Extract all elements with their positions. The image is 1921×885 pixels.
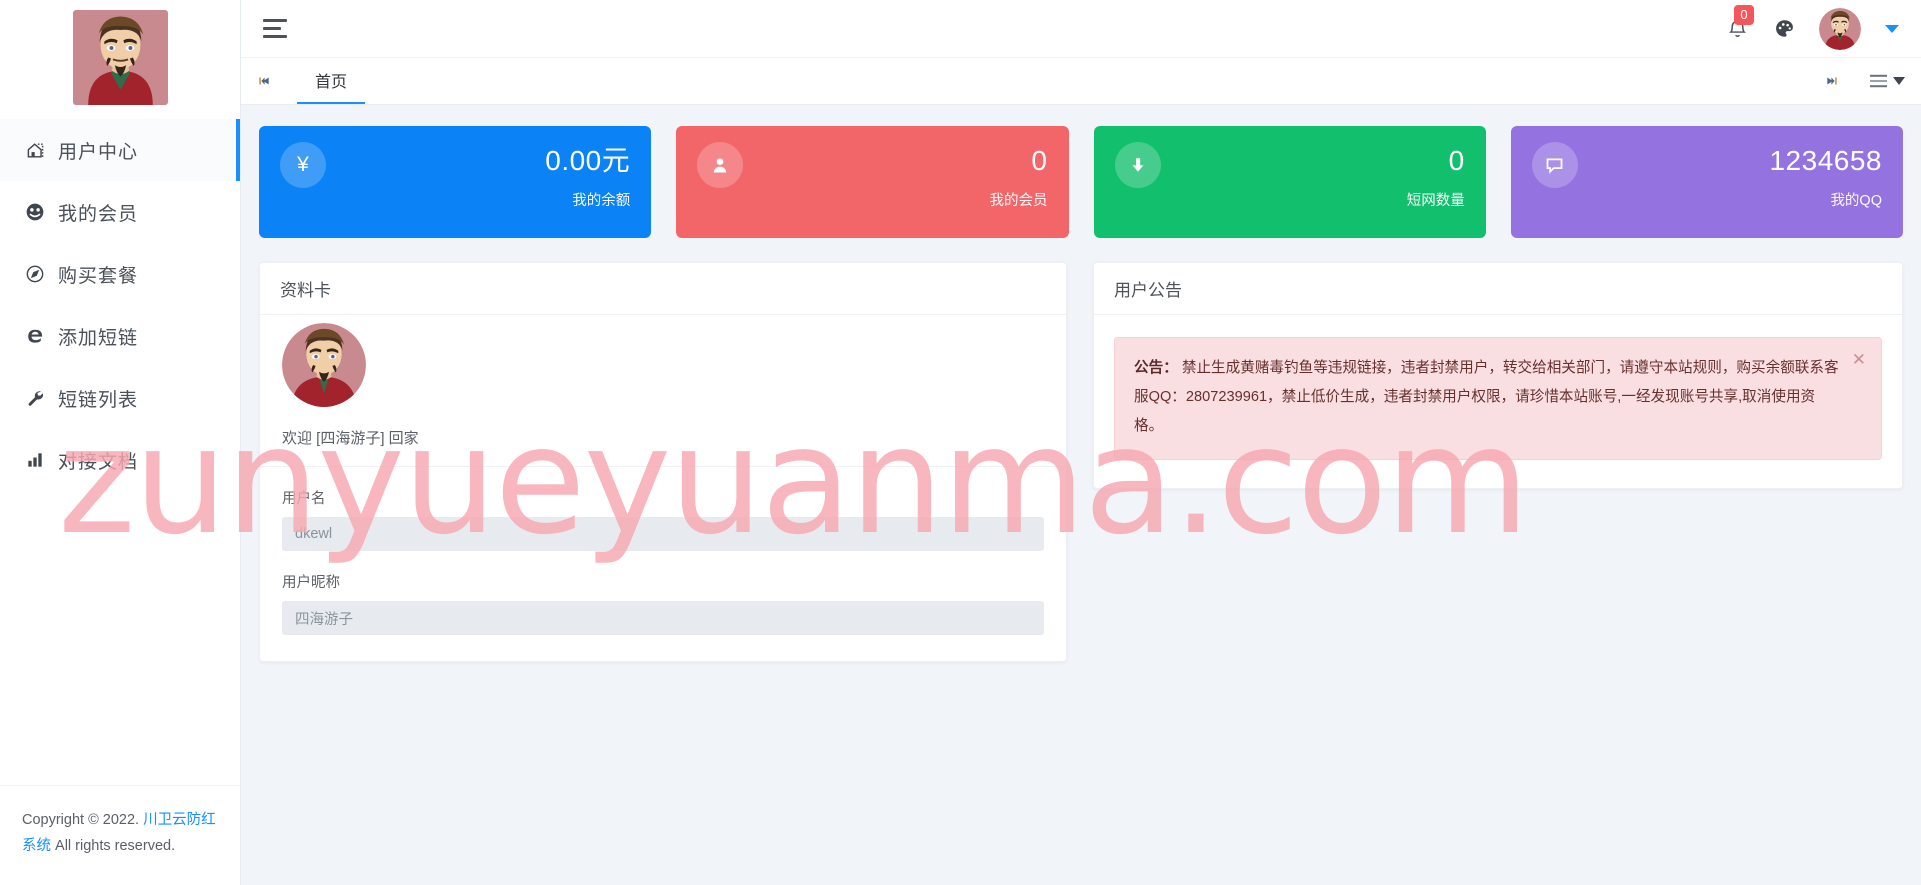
stat-cards-row: ¥ 0.00元 我的余额 0 我的会员 0 短网数量 1234658 我的QQ [259, 126, 1903, 238]
brand-portrait-icon [72, 10, 168, 105]
notification-badge: 0 [1734, 4, 1754, 25]
caret-down-icon[interactable] [1885, 24, 1899, 33]
topbar-actions: 0 [1724, 4, 1899, 50]
comment-icon [1531, 142, 1578, 188]
announcement-title: 用户公告 [1094, 263, 1902, 315]
announcement-body: 公告： 禁止生成黄赌毒钓鱼等违规链接，违者封禁用户，转交给相关部门，请遵守本站规… [1094, 315, 1902, 488]
person-icon [697, 142, 744, 188]
tab-options-menu-button[interactable] [1859, 74, 1915, 88]
copyright-suffix: All rights reserved. [51, 837, 176, 854]
announcement-prefix: 公告： [1134, 360, 1178, 376]
profile-card-body: 欢迎 [四海游子] 回家 用户名 用户昵称 [260, 323, 1066, 661]
stat-card-short-links[interactable]: 0 短网数量 [1093, 126, 1486, 238]
skip-to-start-icon [259, 77, 269, 85]
sidebar-item-buy-package[interactable]: 购买套餐 [0, 243, 240, 305]
stat-text: 0 短网数量 [1407, 142, 1465, 210]
main-column: 0 首页 ¥ 0.00元 我的余额 0 我的会员 0 短网数量 1234658 … [241, 0, 1921, 885]
tabs-scroll-first-button[interactable] [241, 58, 287, 104]
content-area: ¥ 0.00元 我的余额 0 我的会员 0 短网数量 1234658 我的QQ … [241, 105, 1921, 885]
palette-icon [1776, 20, 1793, 37]
username-label: 用户名 [282, 491, 326, 507]
edge-e-icon [22, 325, 48, 347]
announcement-alert: 公告： 禁止生成黄赌毒钓鱼等违规链接，违者封禁用户，转交给相关部门，请遵守本站规… [1114, 337, 1882, 460]
sidebar-item-label: 购买套餐 [58, 265, 139, 287]
sidebar-item-api-docs[interactable]: 对接文档 [0, 429, 240, 491]
sidebar-item-label: 短链列表 [58, 389, 139, 411]
stat-value: 1234658 [1769, 145, 1882, 176]
download-arrow-icon [1114, 142, 1161, 188]
tabs: 首页 [287, 58, 1809, 104]
stat-label: 我的会员 [989, 193, 1048, 209]
tab-home[interactable]: 首页 [297, 58, 366, 104]
theme-palette-button[interactable] [1774, 18, 1795, 39]
profile-card-title: 资料卡 [260, 263, 1066, 315]
announcement-panel: 用户公告 公告： 禁止生成黄赌毒钓鱼等违规链接，违者封禁用户，转交给相关部门，请… [1093, 262, 1903, 489]
yuan-icon: ¥ [280, 142, 326, 188]
sidebar-item-user-center[interactable]: 用户中心 [0, 119, 240, 181]
copyright-prefix: Copyright © 2022. [22, 812, 144, 829]
avatar[interactable] [1819, 7, 1861, 50]
stat-text: 0 我的会员 [990, 142, 1048, 210]
stat-card-balance[interactable]: ¥ 0.00元 我的余额 [259, 126, 652, 238]
wrench-icon [22, 387, 48, 409]
sidebar-item-label: 用户中心 [58, 141, 139, 163]
stat-label: 我的QQ [1830, 193, 1882, 209]
sidebar-item-label: 对接文档 [58, 451, 139, 473]
stat-card-members[interactable]: 0 我的会员 [676, 126, 1069, 238]
profile-avatar [282, 323, 366, 407]
sidebar-item-my-members[interactable]: 我的会员 [0, 181, 240, 243]
stat-value: 0 [1448, 145, 1465, 176]
tab-strip: 首页 [241, 58, 1921, 105]
stat-text: 0.00元 我的余额 [545, 142, 630, 210]
stat-value: 0 [1031, 145, 1048, 176]
sidebar-nav: 用户中心 我的会员 购买套餐 添加短链 短链列表 对接文档 [0, 115, 240, 491]
list-lines-icon [1869, 74, 1888, 88]
nickname-label: 用户昵称 [282, 575, 340, 591]
chevron-down-icon [1893, 77, 1905, 85]
sidebar-item-short-link-list[interactable]: 短链列表 [0, 367, 240, 429]
stat-card-qq[interactable]: 1234658 我的QQ [1510, 126, 1903, 238]
divider [260, 466, 1066, 467]
sidebar: 用户中心 我的会员 购买套餐 添加短链 短链列表 对接文档 Copyright … [0, 0, 241, 885]
smiley-icon [22, 201, 48, 223]
sidebar-item-add-short-link[interactable]: 添加短链 [0, 305, 240, 367]
skip-to-end-icon [1827, 77, 1837, 85]
app-root: 用户中心 我的会员 购买套餐 添加短链 短链列表 对接文档 Copyright … [0, 0, 1921, 885]
stat-text: 1234658 我的QQ [1769, 142, 1882, 210]
username-field-group: 用户名 [282, 487, 1044, 551]
welcome-message: 欢迎 [四海游子] 回家 [282, 430, 419, 447]
bar-chart-icon [22, 449, 48, 471]
announcement-text: 禁止生成黄赌毒钓鱼等违规链接，违者封禁用户，转交给相关部门，请遵守本站规则，购买… [1134, 360, 1839, 435]
close-icon[interactable]: ✕ [1852, 351, 1866, 368]
sidebar-item-label: 我的会员 [58, 203, 139, 225]
topbar: 0 [241, 0, 1921, 58]
profile-card-panel: 资料卡 欢迎 [四海游子] 回家 用户名 dkewl 用户昵称 四海游子 [259, 262, 1067, 662]
notifications-button[interactable]: 0 [1724, 4, 1754, 44]
stat-label: 我的余额 [572, 193, 631, 209]
compass-icon [22, 263, 48, 285]
panels-row: 资料卡 欢迎 [四海游子] 回家 用户名 dkewl 用户昵称 四海游子 用户公… [259, 262, 1903, 662]
tabs-scroll-last-button[interactable] [1809, 74, 1855, 88]
home-icon [22, 139, 48, 161]
sidebar-item-label: 添加短链 [58, 327, 139, 349]
sidebar-logo [0, 0, 240, 115]
username-input[interactable] [282, 517, 1044, 551]
stat-value: 0.00元 [545, 145, 631, 176]
hamburger-icon[interactable] [261, 12, 295, 46]
stat-label: 短网数量 [1406, 193, 1465, 209]
nickname-field-group: 用户昵称 [282, 571, 1044, 635]
sidebar-copyright: Copyright © 2022. 川卫云防红系统 All rights res… [0, 785, 240, 885]
nickname-input[interactable] [282, 601, 1044, 635]
tab-tools [1809, 58, 1921, 104]
